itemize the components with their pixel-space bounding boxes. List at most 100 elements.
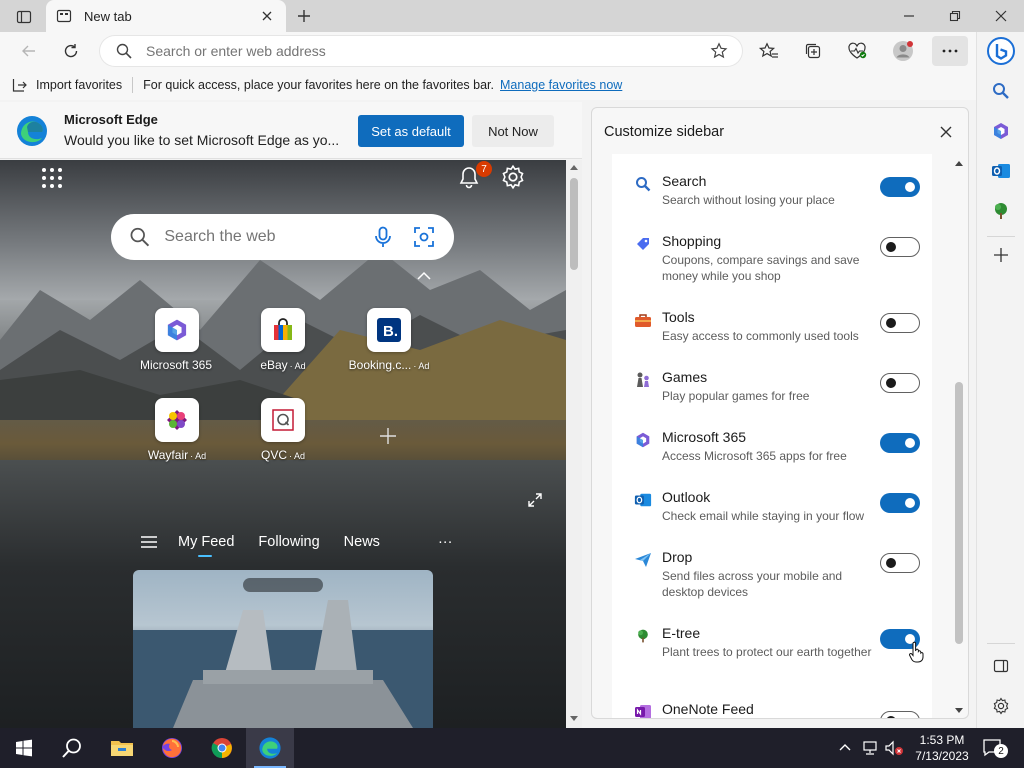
taskbar-search-button[interactable] [48, 728, 96, 768]
toggle-shopping[interactable] [880, 237, 920, 257]
taskbar-clock[interactable]: 1:53 PM 7/13/2023 [910, 732, 974, 764]
toggle-microsoft365[interactable] [880, 433, 920, 453]
app-name: Games [662, 369, 708, 385]
tab-new-tab[interactable]: New tab [46, 0, 286, 32]
sidebar-settings-button[interactable] [983, 689, 1019, 723]
taskbar-chrome[interactable] [198, 728, 246, 768]
quick-link-booking[interactable]: B. Booking.c... · Ad [339, 308, 439, 372]
search-icon [634, 175, 652, 193]
close-panel-button[interactable] [936, 122, 956, 142]
new-tab-button[interactable] [292, 5, 316, 27]
refresh-button[interactable] [56, 36, 86, 66]
minimize-button[interactable] [886, 0, 932, 32]
tab-my-feed[interactable]: My Feed [178, 534, 234, 557]
app-launcher-button[interactable] [40, 166, 64, 190]
sidebar-microsoft365-button[interactable] [983, 114, 1019, 148]
show-hidden-icons-button[interactable] [838, 740, 852, 757]
taskbar-edge[interactable] [246, 728, 294, 768]
quick-link-ebay[interactable]: eBay · Ad [233, 308, 333, 372]
expand-background-button[interactable] [527, 492, 545, 510]
tab-actions-button[interactable] [10, 6, 38, 28]
scroll-down-arrow-icon[interactable] [955, 708, 963, 714]
volume-button[interactable] [884, 740, 904, 759]
taskbar-file-explorer[interactable] [98, 728, 146, 768]
tab-actions-icon [16, 10, 32, 24]
quick-link-microsoft365[interactable]: Microsoft 365 [127, 308, 227, 372]
address-input[interactable] [146, 43, 704, 59]
import-favorites-button[interactable]: Import favorites [12, 78, 122, 92]
scrollbar-thumb[interactable] [955, 382, 963, 644]
quick-link-qvc[interactable]: QVC · Ad [233, 398, 333, 462]
customize-sidebar-button[interactable] [983, 238, 1019, 272]
web-search-box[interactable] [111, 214, 454, 260]
taskbar-firefox[interactable] [148, 728, 196, 768]
toggle-search[interactable] [880, 177, 920, 197]
news-card[interactable] [133, 570, 433, 728]
menu-hamburger-icon[interactable] [140, 535, 158, 549]
sidebar-etree-button[interactable] [983, 194, 1019, 228]
microsoft365-icon [634, 431, 652, 449]
visual-search-button[interactable] [413, 225, 436, 249]
toggle-tools[interactable] [880, 313, 920, 333]
toggle-onenote-feed[interactable] [880, 711, 920, 718]
scroll-down-arrow-icon[interactable] [570, 716, 578, 722]
sidebar-outlook-button[interactable] [983, 154, 1019, 188]
toggle-games[interactable] [880, 373, 920, 393]
feed-more-button[interactable]: ··· [438, 534, 453, 550]
tab-following[interactable]: Following [258, 534, 319, 550]
voice-search-button[interactable] [371, 225, 394, 249]
import-icon [12, 79, 27, 92]
expand-icon [528, 493, 542, 507]
action-center-button[interactable]: 2 [982, 738, 1008, 758]
web-search-input[interactable] [164, 228, 372, 246]
start-button[interactable] [0, 728, 48, 768]
page-scrollbar[interactable] [566, 160, 582, 728]
carousel-indicator[interactable] [243, 578, 323, 592]
close-window-button[interactable] [978, 0, 1024, 32]
toggle-knob [905, 498, 915, 508]
favorites-button[interactable] [754, 36, 784, 66]
scrollbar-thumb[interactable] [570, 178, 578, 270]
settings-and-more-button[interactable] [932, 36, 968, 66]
app-description: Play popular games for free [662, 389, 810, 403]
close-icon [262, 11, 272, 21]
back-button[interactable] [14, 36, 44, 66]
quick-link-wayfair[interactable]: Wayfair · Ad [127, 398, 227, 462]
browser-essentials-button[interactable] [842, 36, 872, 66]
network-icon [863, 741, 877, 755]
firefox-icon [162, 738, 182, 758]
add-favorite-button[interactable] [704, 36, 734, 66]
collections-button[interactable] [798, 36, 828, 66]
not-now-button[interactable]: Not Now [472, 115, 554, 147]
tree-icon [995, 203, 1007, 219]
close-tab-button[interactable] [258, 7, 276, 25]
bing-chat-button[interactable] [983, 34, 1019, 68]
sidebar-search-button[interactable] [983, 74, 1019, 108]
toggle-outlook[interactable] [880, 493, 920, 513]
toolbox-icon [634, 311, 652, 329]
manage-favorites-link[interactable]: Manage favorites now [500, 78, 622, 92]
collections-icon [805, 43, 821, 59]
notification-badge: 2 [994, 744, 1008, 758]
collapse-quick-links-button[interactable] [416, 270, 432, 282]
divider [132, 77, 134, 93]
toggle-knob [886, 378, 896, 388]
add-site-button[interactable] [378, 426, 398, 446]
new-tab-page-icon [56, 9, 72, 23]
network-button[interactable] [862, 740, 880, 759]
page-settings-button[interactable] [500, 164, 526, 190]
toggle-drop[interactable] [880, 553, 920, 573]
feed-navigation: My Feed Following News ··· [140, 534, 453, 557]
hide-sidebar-button[interactable] [983, 649, 1019, 683]
scroll-up-arrow-icon[interactable] [955, 160, 963, 166]
wayfair-icon [155, 398, 199, 442]
profile-button[interactable] [888, 36, 918, 66]
scroll-up-arrow-icon[interactable] [570, 164, 578, 170]
panel-scrollbar[interactable] [952, 154, 966, 718]
tab-news[interactable]: News [344, 534, 380, 550]
divider [987, 643, 1015, 644]
restore-button[interactable] [932, 0, 978, 32]
address-bar[interactable] [100, 36, 742, 66]
qvc-icon [261, 398, 305, 442]
set-as-default-button[interactable]: Set as default [358, 115, 464, 147]
